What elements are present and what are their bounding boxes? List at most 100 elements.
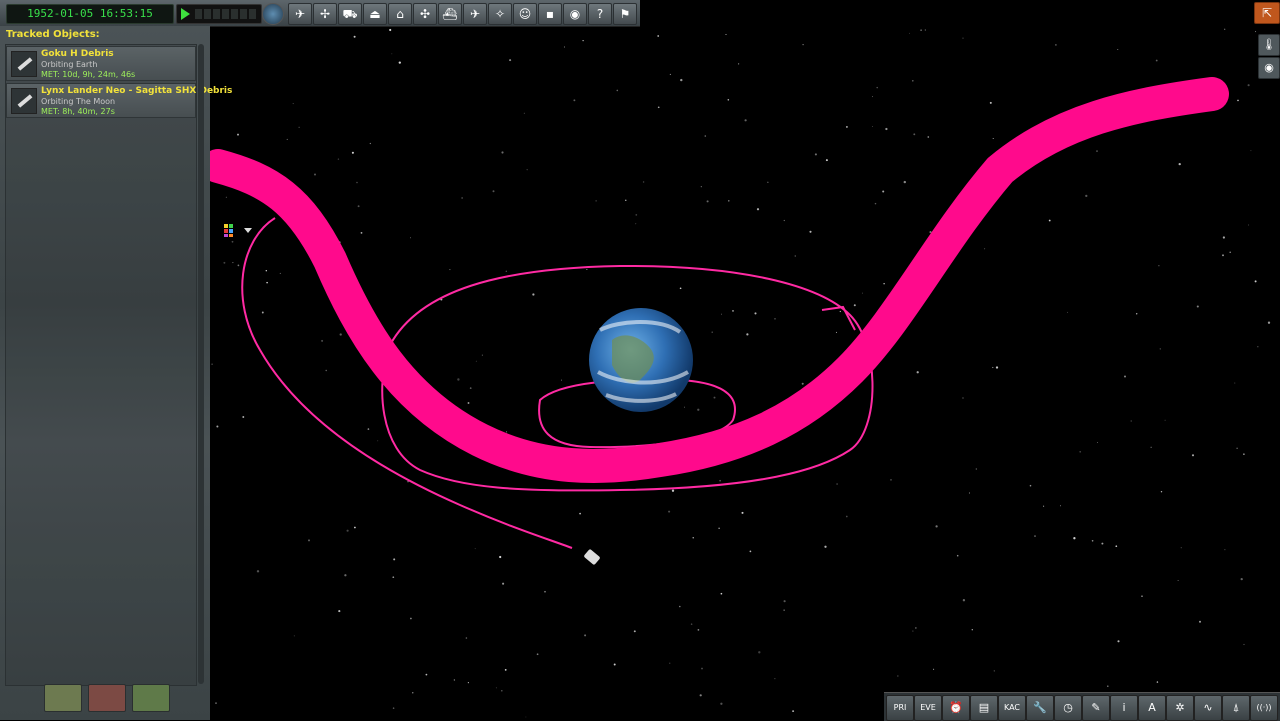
signal-button[interactable]: ∿ [1194,695,1222,721]
star [1254,280,1257,283]
star [1199,620,1201,623]
star [449,269,451,271]
star [354,526,356,529]
comms-button[interactable]: ((·)) [1250,695,1278,721]
eve-icon: EVE [920,703,936,712]
warp-tick[interactable] [240,9,247,19]
warp-tick[interactable] [195,9,202,19]
launchpad-button[interactable]: ⚑ [613,3,637,25]
star [872,96,873,98]
tracked-object-item[interactable]: Goku H Debris Orbiting Earth MET: 10d, 9… [6,46,196,81]
warp-tick[interactable] [213,9,220,19]
star [582,39,584,42]
star [1135,313,1138,315]
warp-tick[interactable] [222,9,229,19]
kac-icon: KAC [1003,703,1021,712]
star [657,106,660,109]
tracked-object-item[interactable]: Lynx Lander Neo - Sagitta SHX Debris Orb… [6,83,232,118]
alarm-clock-button[interactable]: ⏰ [942,695,970,721]
lander-filter-button[interactable]: ⏏ [363,3,387,25]
map-node-icon[interactable] [222,222,238,238]
star [962,37,964,39]
star [616,89,619,92]
rocket-icon: ✈ [294,7,306,21]
settings-button[interactable]: ✲ [1166,695,1194,721]
star [1250,150,1252,152]
star [344,574,347,577]
star [369,142,371,145]
star [861,292,863,294]
play-icon[interactable] [181,8,190,20]
clock-icon: ◷ [1063,701,1073,714]
star [1141,595,1143,597]
star [835,331,837,333]
plane-filter-button[interactable]: ✈ [463,3,487,25]
pencil-icon: ✎ [1091,701,1101,714]
star [211,363,213,365]
star [882,190,885,193]
exit-button[interactable]: ⇱ [1254,2,1280,24]
star [353,35,356,38]
star [915,627,917,629]
star [1060,505,1061,507]
star [1115,545,1118,548]
map-node-dropdown-icon[interactable] [244,228,252,233]
plane-icon: ✈ [469,7,481,21]
star [313,173,317,176]
star [754,312,757,315]
star [909,32,911,34]
help-button[interactable]: ? [588,3,612,25]
chart-button[interactable]: ▤ [970,695,998,721]
comms-icon: ((·)) [1256,703,1272,712]
earth-planet[interactable] [589,308,693,412]
warp-knob[interactable] [262,3,284,25]
star [453,679,456,681]
wrench-button[interactable]: 🔧 [1026,695,1054,721]
star [1048,219,1051,222]
star [298,126,300,128]
warp-tick[interactable] [204,9,211,19]
clock-button[interactable]: ◷ [1054,695,1082,721]
star [744,119,747,122]
antenna-button[interactable]: ⍋ [1222,695,1250,721]
warp-tick[interactable] [249,9,256,19]
principia-button[interactable]: PRI [886,695,914,721]
thermometer-icon[interactable]: 🌡 [1258,34,1280,56]
star [595,200,597,202]
info-button[interactable]: i [1110,695,1138,721]
kerbal-filter-button[interactable]: ☺ [513,3,537,25]
star [492,190,495,193]
warp-tick[interactable] [231,9,238,19]
list-scrollbar[interactable] [198,44,204,684]
kerbal-alarm-button[interactable]: KAC [998,695,1026,721]
star [756,208,760,211]
eve-button[interactable]: EVE [914,695,942,721]
debris-filter-button[interactable]: ▪ [538,3,562,25]
star [1222,236,1226,239]
autopilot-button[interactable]: A [1138,695,1166,721]
probe-filter-button[interactable]: ✢ [313,3,337,25]
time-warp-bar[interactable] [176,4,262,24]
pencil-button[interactable]: ✎ [1082,695,1110,721]
star [719,479,721,482]
recover-button[interactable] [132,684,170,712]
star [1247,84,1250,87]
star [668,510,671,513]
star [783,219,785,222]
star [975,468,977,470]
rover-filter-button[interactable]: ⛟ [338,3,362,25]
base-filter-button[interactable]: ⌂ [388,3,412,25]
star [935,525,938,528]
delete-button[interactable] [88,684,126,712]
body-filter-button[interactable]: ◉ [563,3,587,25]
annotation-stroke [201,77,1229,483]
ship-filter-button[interactable]: ⛴ [438,3,462,25]
star [1107,685,1109,687]
star [526,169,528,171]
star [523,112,525,114]
station-filter-button[interactable]: ✣ [413,3,437,25]
relay-filter-button[interactable]: ✧ [488,3,512,25]
rocket-filter-button[interactable]: ✈ [288,3,312,25]
fly-button[interactable] [44,684,82,712]
eye-icon[interactable]: ◉ [1258,57,1280,79]
